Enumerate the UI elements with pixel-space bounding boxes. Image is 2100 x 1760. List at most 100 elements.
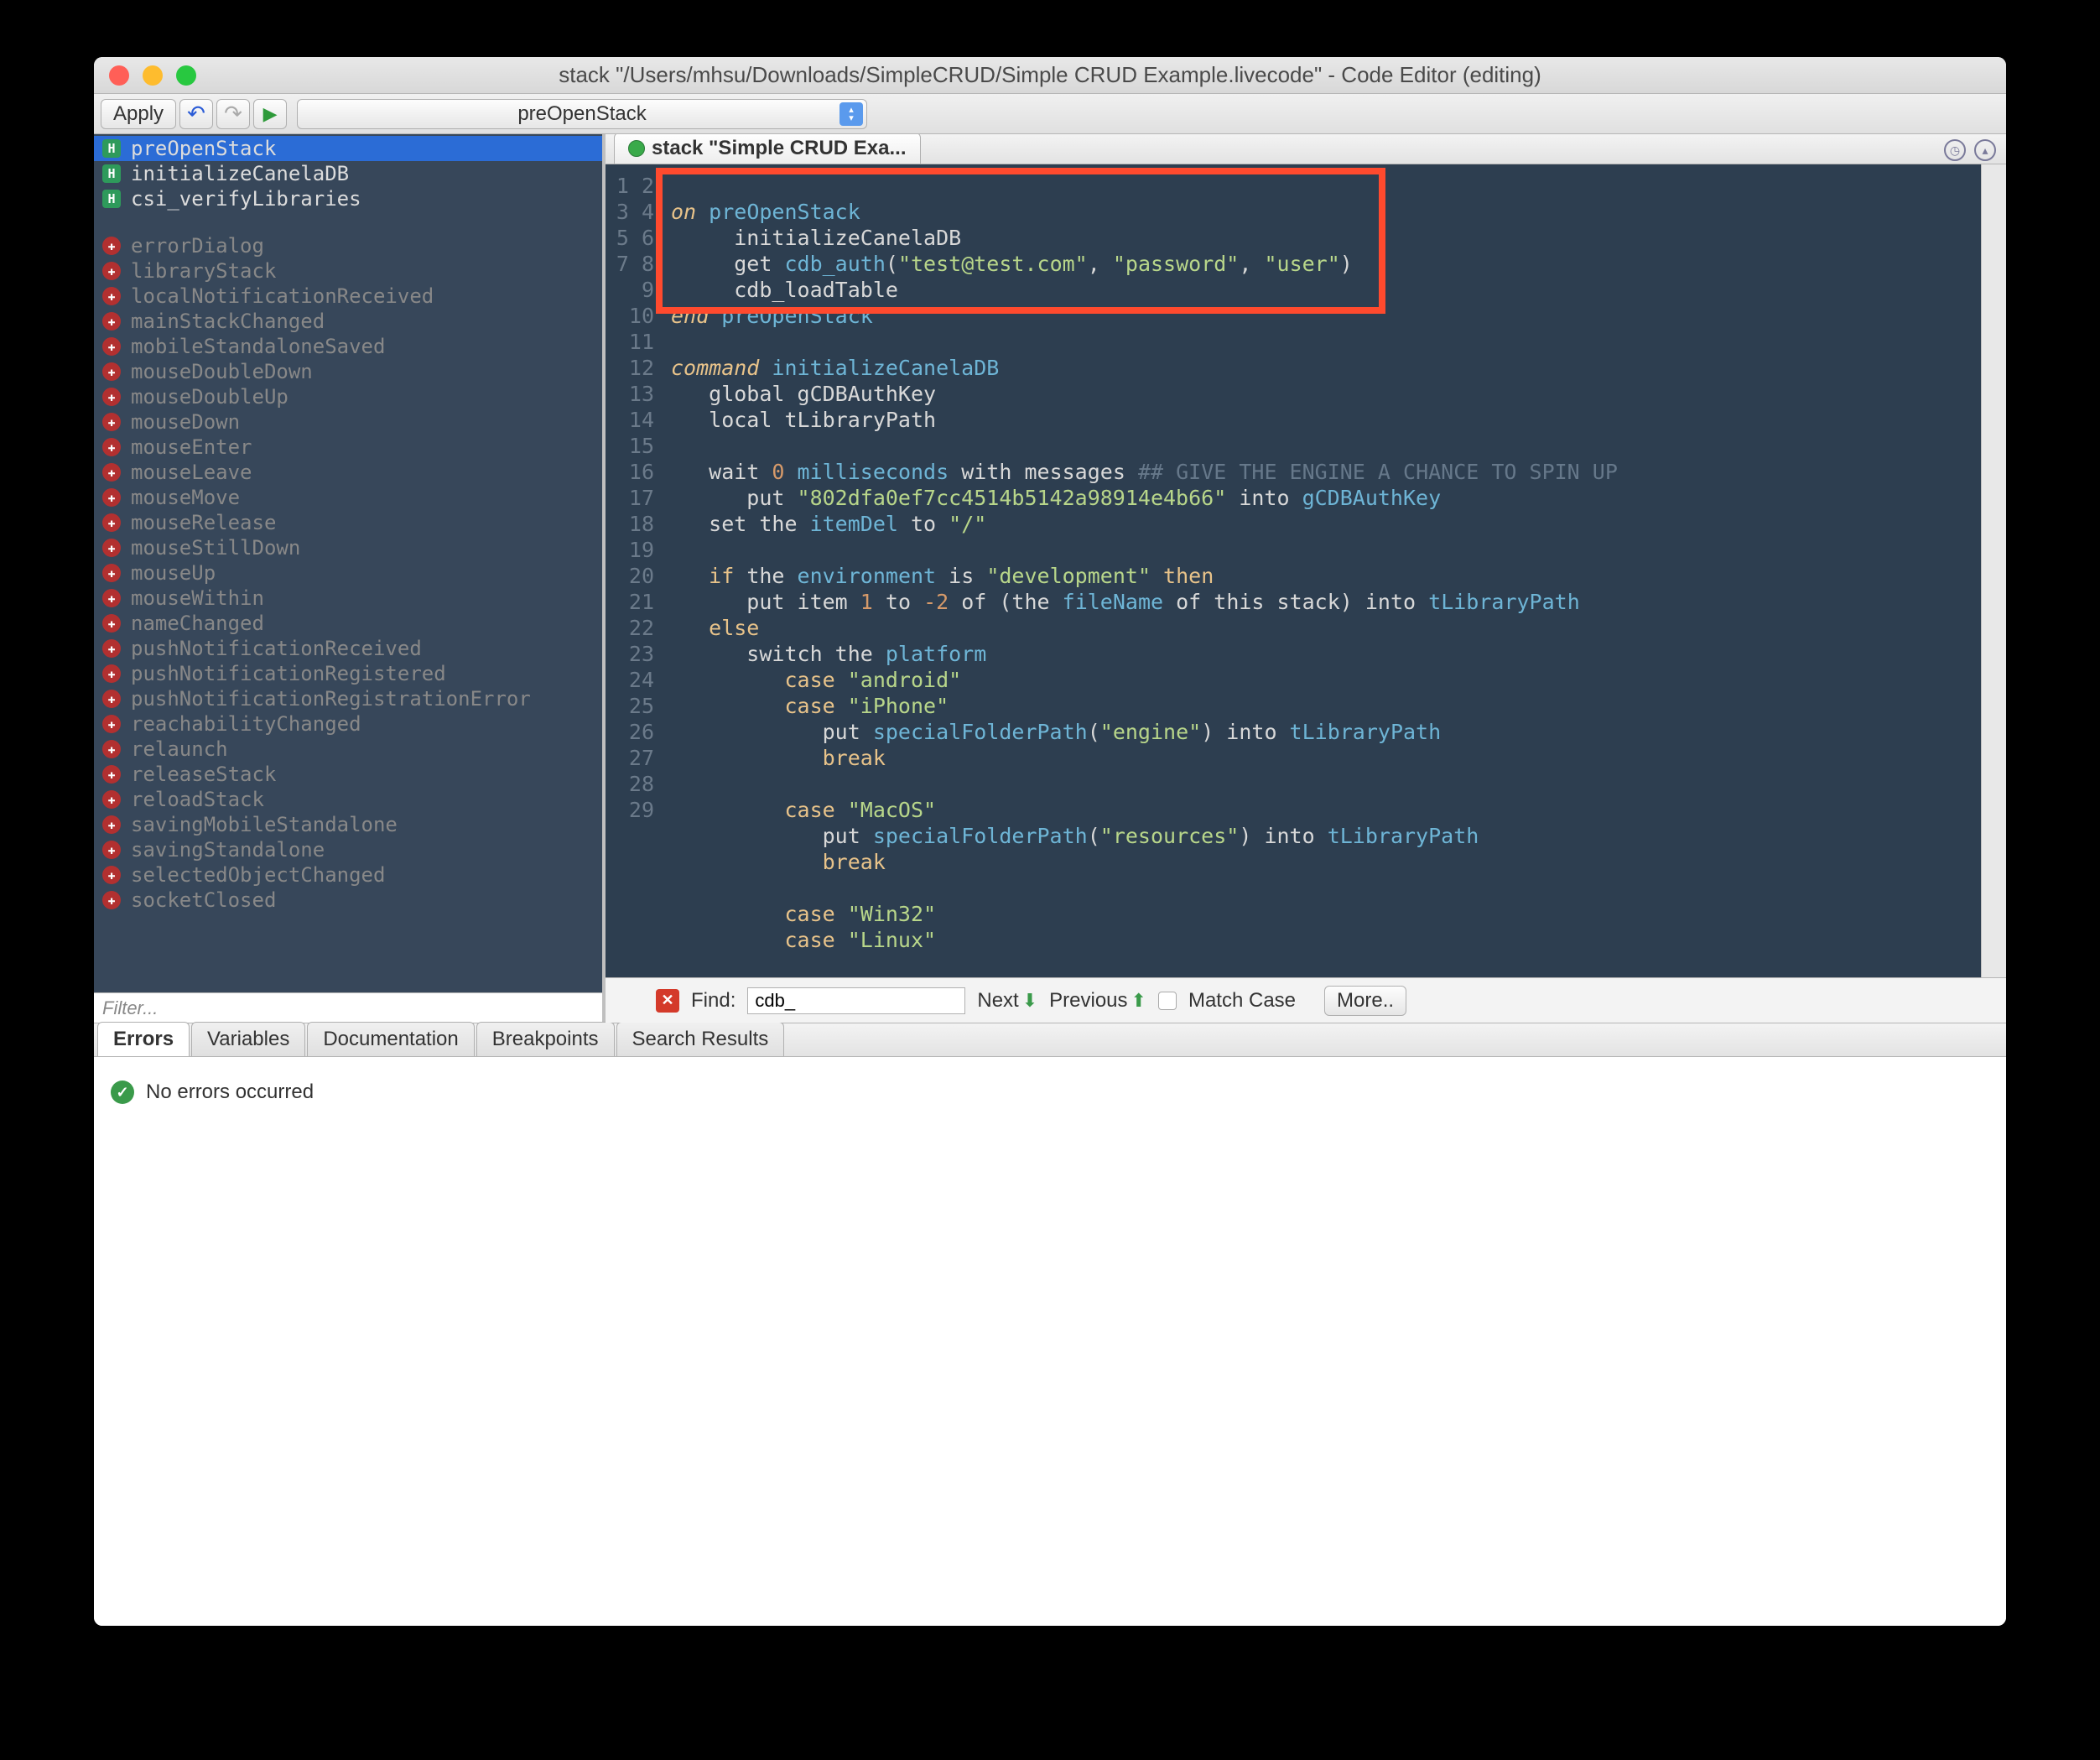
more-button[interactable]: More.. <box>1324 986 1406 1016</box>
resize-grip-icon[interactable]: ═══ <box>1281 1018 1331 1023</box>
handler-label: initializeCanelaDB <box>131 162 349 185</box>
dropdown-arrow-icon <box>839 102 863 126</box>
code-editor[interactable]: 1 2 3 4 5 6 7 8 9 10 11 12 13 14 15 16 1… <box>606 164 2006 977</box>
handler-label: reachabilityChanged <box>131 712 361 736</box>
handler-item[interactable]: ✚mouseWithin <box>94 586 602 611</box>
line-gutter: 1 2 3 4 5 6 7 8 9 10 11 12 13 14 15 16 1… <box>606 164 663 977</box>
bottom-tab-bar: Errors Variables Documentation Breakpoin… <box>94 1023 2006 1057</box>
plus-icon: ✚ <box>102 287 121 305</box>
handler-label: mouseUp <box>131 561 216 585</box>
run-button[interactable]: ▶ <box>253 99 287 129</box>
tab-documentation[interactable]: Documentation <box>307 1022 474 1056</box>
handler-item[interactable]: ✚mouseMove <box>94 485 602 510</box>
handler-item[interactable]: ✚reachabilityChanged <box>94 711 602 737</box>
handler-item[interactable]: ✚mobileStandaloneSaved <box>94 334 602 359</box>
handler-item[interactable]: ✚mouseUp <box>94 560 602 586</box>
handler-label: mouseLeave <box>131 461 252 484</box>
plus-icon: ✚ <box>102 614 121 633</box>
handler-item[interactable]: ✚mouseEnter <box>94 435 602 460</box>
handler-item[interactable]: ✚selectedObjectChanged <box>94 862 602 888</box>
tab-variables[interactable]: Variables <box>191 1022 305 1056</box>
match-case-label: Match Case <box>1188 989 1296 1013</box>
status-panel: ✓ No errors occurred <box>94 1057 2006 1626</box>
handler-item[interactable]: ✚mouseRelease <box>94 510 602 535</box>
match-case-checkbox[interactable] <box>1158 992 1177 1010</box>
handler-item[interactable]: ✚ mouseDoubleUp <box>94 384 602 409</box>
handler-item-initializecanela[interactable]: H initializeCanelaDB <box>94 161 602 186</box>
plus-icon: ✚ <box>102 639 121 658</box>
find-previous[interactable]: Previous ⬆ <box>1049 989 1146 1013</box>
handler-label: releaseStack <box>131 763 276 786</box>
handler-item[interactable]: ✚releaseStack <box>94 762 602 787</box>
filter-input[interactable]: Filter... <box>94 992 602 1023</box>
plus-icon: ✚ <box>102 488 121 507</box>
handler-label: socketClosed <box>131 888 276 912</box>
handler-item[interactable]: ✚errorDialog <box>94 233 602 258</box>
handler-label: libraryStack <box>131 259 276 283</box>
plus-icon: ✚ <box>102 413 121 431</box>
redo-icon: ↷ <box>224 101 242 127</box>
vertical-scrollbar[interactable] <box>1981 164 2006 977</box>
handler-item[interactable]: ✚ nameChanged <box>94 611 602 636</box>
close-icon[interactable]: ✕ <box>656 989 679 1013</box>
plus-icon: ✚ <box>102 664 121 683</box>
handler-item[interactable]: ✚libraryStack <box>94 258 602 284</box>
handler-label: mainStackChanged <box>131 310 325 333</box>
undo-button[interactable]: ↶ <box>179 99 213 129</box>
clock-icon[interactable]: ◷ <box>1944 139 1966 161</box>
status-message: No errors occurred <box>146 1080 314 1104</box>
handler-label: localNotificationReceived <box>131 284 434 308</box>
handler-item[interactable]: ✚mouseLeave <box>94 460 602 485</box>
handler-item[interactable]: ✚savingMobileStandalone <box>94 812 602 837</box>
handler-item[interactable]: ✚relaunch <box>94 737 602 762</box>
tab-search-results[interactable]: Search Results <box>616 1022 785 1056</box>
handler-item[interactable]: ✚savingStandalone <box>94 837 602 862</box>
handler-label: errorDialog <box>131 234 264 258</box>
plus-icon: ✚ <box>102 337 121 356</box>
handler-list[interactable]: H preOpenStack H initializeCanelaDB H cs… <box>94 134 602 992</box>
handler-item[interactable]: ✚mouseStillDown <box>94 535 602 560</box>
tab-errors[interactable]: Errors <box>97 1022 190 1056</box>
tab-label: stack "Simple CRUD Exa... <box>652 137 907 160</box>
handler-item[interactable]: ✚mainStackChanged <box>94 309 602 334</box>
editor-window: stack "/Users/mhsu/Downloads/SimpleCRUD/… <box>94 57 2006 1626</box>
handler-label: mouseDoubleUp <box>131 385 288 409</box>
handler-item[interactable]: ✚mouseDoubleDown <box>94 359 602 384</box>
handler-label: savingMobileStandalone <box>131 813 398 836</box>
apply-button[interactable]: Apply <box>101 99 176 129</box>
handler-item[interactable]: ✚ pushNotificationRegistered <box>94 661 602 686</box>
code-content[interactable]: on preOpenStack initializeCanelaDB get c… <box>663 164 1981 977</box>
handler-item[interactable]: ✚ mouseDown <box>94 409 602 435</box>
filter-placeholder: Filter... <box>102 997 158 1019</box>
find-label: Find: <box>691 989 736 1013</box>
sidebar: H preOpenStack H initializeCanelaDB H cs… <box>94 134 606 1023</box>
chevron-up-icon[interactable]: ▴ <box>1974 139 1996 161</box>
plus-icon: ✚ <box>102 362 121 381</box>
plus-icon: ✚ <box>102 388 121 406</box>
find-input[interactable] <box>747 987 965 1014</box>
plus-icon: ✚ <box>102 690 121 708</box>
handler-dropdown[interactable]: preOpenStack <box>297 99 867 129</box>
handler-item[interactable]: ✚pushNotificationRegistrationError <box>94 686 602 711</box>
plus-icon: ✚ <box>102 438 121 456</box>
handler-label: mouseDown <box>131 410 240 434</box>
handler-item[interactable]: ✚socketClosed <box>94 888 602 913</box>
editor-tab[interactable]: stack "Simple CRUD Exa... <box>614 134 921 164</box>
handler-label: mouseRelease <box>131 511 276 534</box>
handler-icon: H <box>102 139 121 158</box>
plus-icon: ✚ <box>102 740 121 758</box>
tab-breakpoints[interactable]: Breakpoints <box>476 1022 615 1056</box>
handler-label: mouseWithin <box>131 586 264 610</box>
handler-label: mouseStillDown <box>131 536 300 560</box>
handler-item-csiverify[interactable]: H csi_verifyLibraries <box>94 186 602 211</box>
handler-item[interactable]: ✚reloadStack <box>94 787 602 812</box>
undo-icon: ↶ <box>187 101 205 127</box>
handler-item[interactable]: ✚ localNotificationReceived <box>94 284 602 309</box>
main-area: H preOpenStack H initializeCanelaDB H cs… <box>94 134 2006 1023</box>
handler-item[interactable]: ✚pushNotificationReceived <box>94 636 602 661</box>
handler-label: pushNotificationRegistered <box>131 662 446 685</box>
handler-item-preopenstack[interactable]: H preOpenStack <box>94 136 602 161</box>
find-next[interactable]: Next ⬇ <box>977 989 1037 1013</box>
redo-button[interactable]: ↷ <box>216 99 250 129</box>
handler-label: nameChanged <box>131 612 264 635</box>
